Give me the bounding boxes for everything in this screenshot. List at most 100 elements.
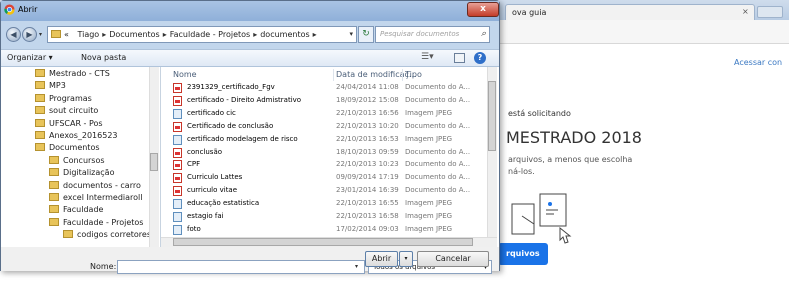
folder-icon <box>35 69 45 77</box>
file-row[interactable]: conclusão 18/10/2013 09:59 Documento do A.… <box>161 147 486 159</box>
file-type: Imagem JPEG <box>405 224 453 233</box>
file-name: estagio fai <box>187 212 224 220</box>
file-name-label: Nome: <box>90 262 117 271</box>
file-type: Imagem JPEG <box>405 212 453 220</box>
folder-icon <box>49 180 59 189</box>
folder-icon <box>49 205 59 214</box>
open-button[interactable]: Abrir <box>365 251 398 267</box>
column-header-type[interactable]: Tipo <box>405 70 422 79</box>
nav-tree-item[interactable]: Faculdade <box>49 205 103 214</box>
command-toolbar: Organizar ▾ Nova pasta ☰▾ ? <box>1 49 499 67</box>
file-row[interactable]: 2391329_certificado_Fgv 24/04/2014 11:08 D… <box>161 82 486 94</box>
nav-tree-label: Concursos <box>63 155 105 165</box>
file-row[interactable]: educação estatistica 22/10/2013 16:55 Imag… <box>161 198 486 210</box>
back-button[interactable]: ◀ <box>6 27 21 42</box>
vertical-scrollbar-thumb[interactable] <box>488 81 496 151</box>
nav-tree-item[interactable]: Concursos <box>49 155 105 165</box>
file-row[interactable]: certificado - Direito Admistrativo 18/09/… <box>161 95 486 107</box>
breadcrumb-item-faculdade[interactable]: Faculdade - Projetos <box>170 30 250 39</box>
nav-tree-item[interactable]: documentos - carro <box>49 180 141 190</box>
view-options-icon[interactable]: ☰▾ <box>421 52 434 62</box>
refresh-button[interactable]: ↻ <box>358 26 374 43</box>
history-dropdown-icon[interactable]: ▾ <box>39 31 42 38</box>
close-button[interactable]: x <box>467 2 499 17</box>
file-name: 2391329_certificado_Fgv <box>187 83 275 91</box>
folder-icon <box>49 193 59 201</box>
preview-pane-icon[interactable] <box>454 53 465 63</box>
dialog-title: Abrir <box>18 5 38 14</box>
file-date: 22/10/2013 16:56 <box>336 108 399 117</box>
file-type: Imagem JPEG <box>405 199 453 208</box>
nav-tree-item[interactable]: sout circuito <box>35 106 98 115</box>
sign-in-link[interactable]: Acessar con <box>734 58 782 67</box>
file-date: 22/10/2013 16:58 <box>336 212 399 220</box>
info-text-line1: arquivos, a menos que escolha <box>508 155 633 164</box>
nav-tree-item[interactable]: codigos corretores <box>63 230 151 239</box>
file-date: 22/10/2013 16:53 <box>336 134 399 143</box>
search-input[interactable]: Pesquisar documentos ⌕ <box>375 26 490 43</box>
breadcrumb-item-current[interactable]: documentos <box>260 30 309 39</box>
folder-icon <box>35 143 45 152</box>
dialog-titlebar[interactable]: Abrir x <box>1 1 499 21</box>
forward-button[interactable]: ▶ <box>22 27 37 42</box>
chevron-down-icon[interactable]: ▾ <box>355 263 358 270</box>
file-type: Documento do A... <box>405 147 471 156</box>
column-header-name[interactable]: Nome <box>173 70 197 79</box>
file-row[interactable]: certificado cic 22/10/2013 16:56 Imagem JP… <box>161 108 486 120</box>
search-icon[interactable]: ⌕ <box>481 29 486 39</box>
nav-tree-item[interactable]: UFSCAR - Pos <box>35 118 103 128</box>
file-row[interactable]: curriculo vitae 23/01/2014 16:39 Documento… <box>161 185 486 197</box>
upload-illustration-icon <box>511 193 572 244</box>
breadcrumb[interactable]: « Tiago ▸ Documentos ▸ Faculdade - Projetos ▸… <box>47 26 357 43</box>
file-row[interactable]: CPF 22/10/2013 10:23 Documento do A... <box>161 159 486 171</box>
add-files-button[interactable]: rquivos <box>498 243 548 265</box>
nav-tree-item[interactable]: Programas <box>35 93 92 103</box>
pdf-file-icon <box>173 95 182 106</box>
nav-tree-item[interactable]: MP3 <box>35 81 66 90</box>
file-type: Imagem JPEG <box>405 108 453 117</box>
nav-tree-label: sout circuito <box>49 106 99 116</box>
new-tab-button[interactable] <box>757 6 783 18</box>
nav-tree-item[interactable]: excel Intermediaroll <box>49 193 142 202</box>
close-icon[interactable]: × <box>742 7 749 16</box>
nav-tree-label: Faculdade - Projetos <box>63 217 144 227</box>
breadcrumb-overflow[interactable]: « <box>64 30 69 39</box>
chevron-down-icon[interactable]: ▾ <box>349 30 353 38</box>
breadcrumb-item-documentos[interactable]: Documentos <box>109 30 160 39</box>
nav-tree-item[interactable]: Mestrado - CTS <box>35 69 110 78</box>
file-list: Nome Data de modificaç... Tipo 2391329_c… <box>161 67 499 247</box>
file-date: 18/10/2013 09:59 <box>336 147 399 156</box>
jpeg-file-icon <box>173 199 182 210</box>
chevron-right-icon[interactable]: ▸ <box>163 30 167 39</box>
file-row[interactable]: foto 17/02/2014 09:03 Imagem JPEG <box>161 224 486 236</box>
nav-tree-item[interactable]: Faculdade - Projetos <box>49 217 144 227</box>
nav-tree-label: UFSCAR - Pos <box>49 118 103 128</box>
file-row[interactable]: Curriculo Lattes 09/09/2014 17:19 Document… <box>161 172 486 184</box>
nav-tree-label: MP3 <box>49 81 66 91</box>
browser-tab-label: ova guia <box>512 8 547 17</box>
info-text-line2: ná-los. <box>508 167 535 176</box>
tree-scrollbar-thumb[interactable] <box>150 153 158 171</box>
pdf-file-icon <box>173 173 182 184</box>
nav-tree-item[interactable]: Documentos <box>35 143 100 152</box>
file-row[interactable]: certificado modelagem de risco 22/10/2013… <box>161 134 486 146</box>
file-name-input[interactable] <box>117 260 365 274</box>
file-type: Documento do A... <box>405 83 471 91</box>
chevron-right-icon[interactable]: ▸ <box>313 30 317 39</box>
new-folder-button[interactable]: Nova pasta <box>81 53 126 62</box>
chevron-right-icon[interactable]: ▸ <box>102 30 106 39</box>
cancel-button[interactable]: Cancelar <box>417 251 489 267</box>
breadcrumb-item-tiago[interactable]: Tiago <box>77 30 99 39</box>
browser-tab[interactable]: ova guia × <box>505 4 755 20</box>
chrome-icon <box>4 4 15 15</box>
open-options-button[interactable]: ▾ <box>399 251 413 267</box>
chevron-right-icon[interactable]: ▸ <box>253 30 257 39</box>
organize-button[interactable]: Organizar ▾ <box>7 53 53 62</box>
file-row[interactable]: estagio fai 22/10/2013 16:58 Imagem JPEG <box>161 211 486 223</box>
file-row[interactable]: Certificado de conclusão 22/10/2013 10:20… <box>161 121 486 133</box>
nav-tree-item[interactable]: Digitalização <box>49 168 114 177</box>
help-icon[interactable]: ? <box>474 52 486 64</box>
file-type: Documento do A... <box>405 160 471 169</box>
horizontal-scrollbar-thumb[interactable] <box>173 238 473 246</box>
nav-tree-item[interactable]: Anexos_2016523 <box>35 131 118 140</box>
